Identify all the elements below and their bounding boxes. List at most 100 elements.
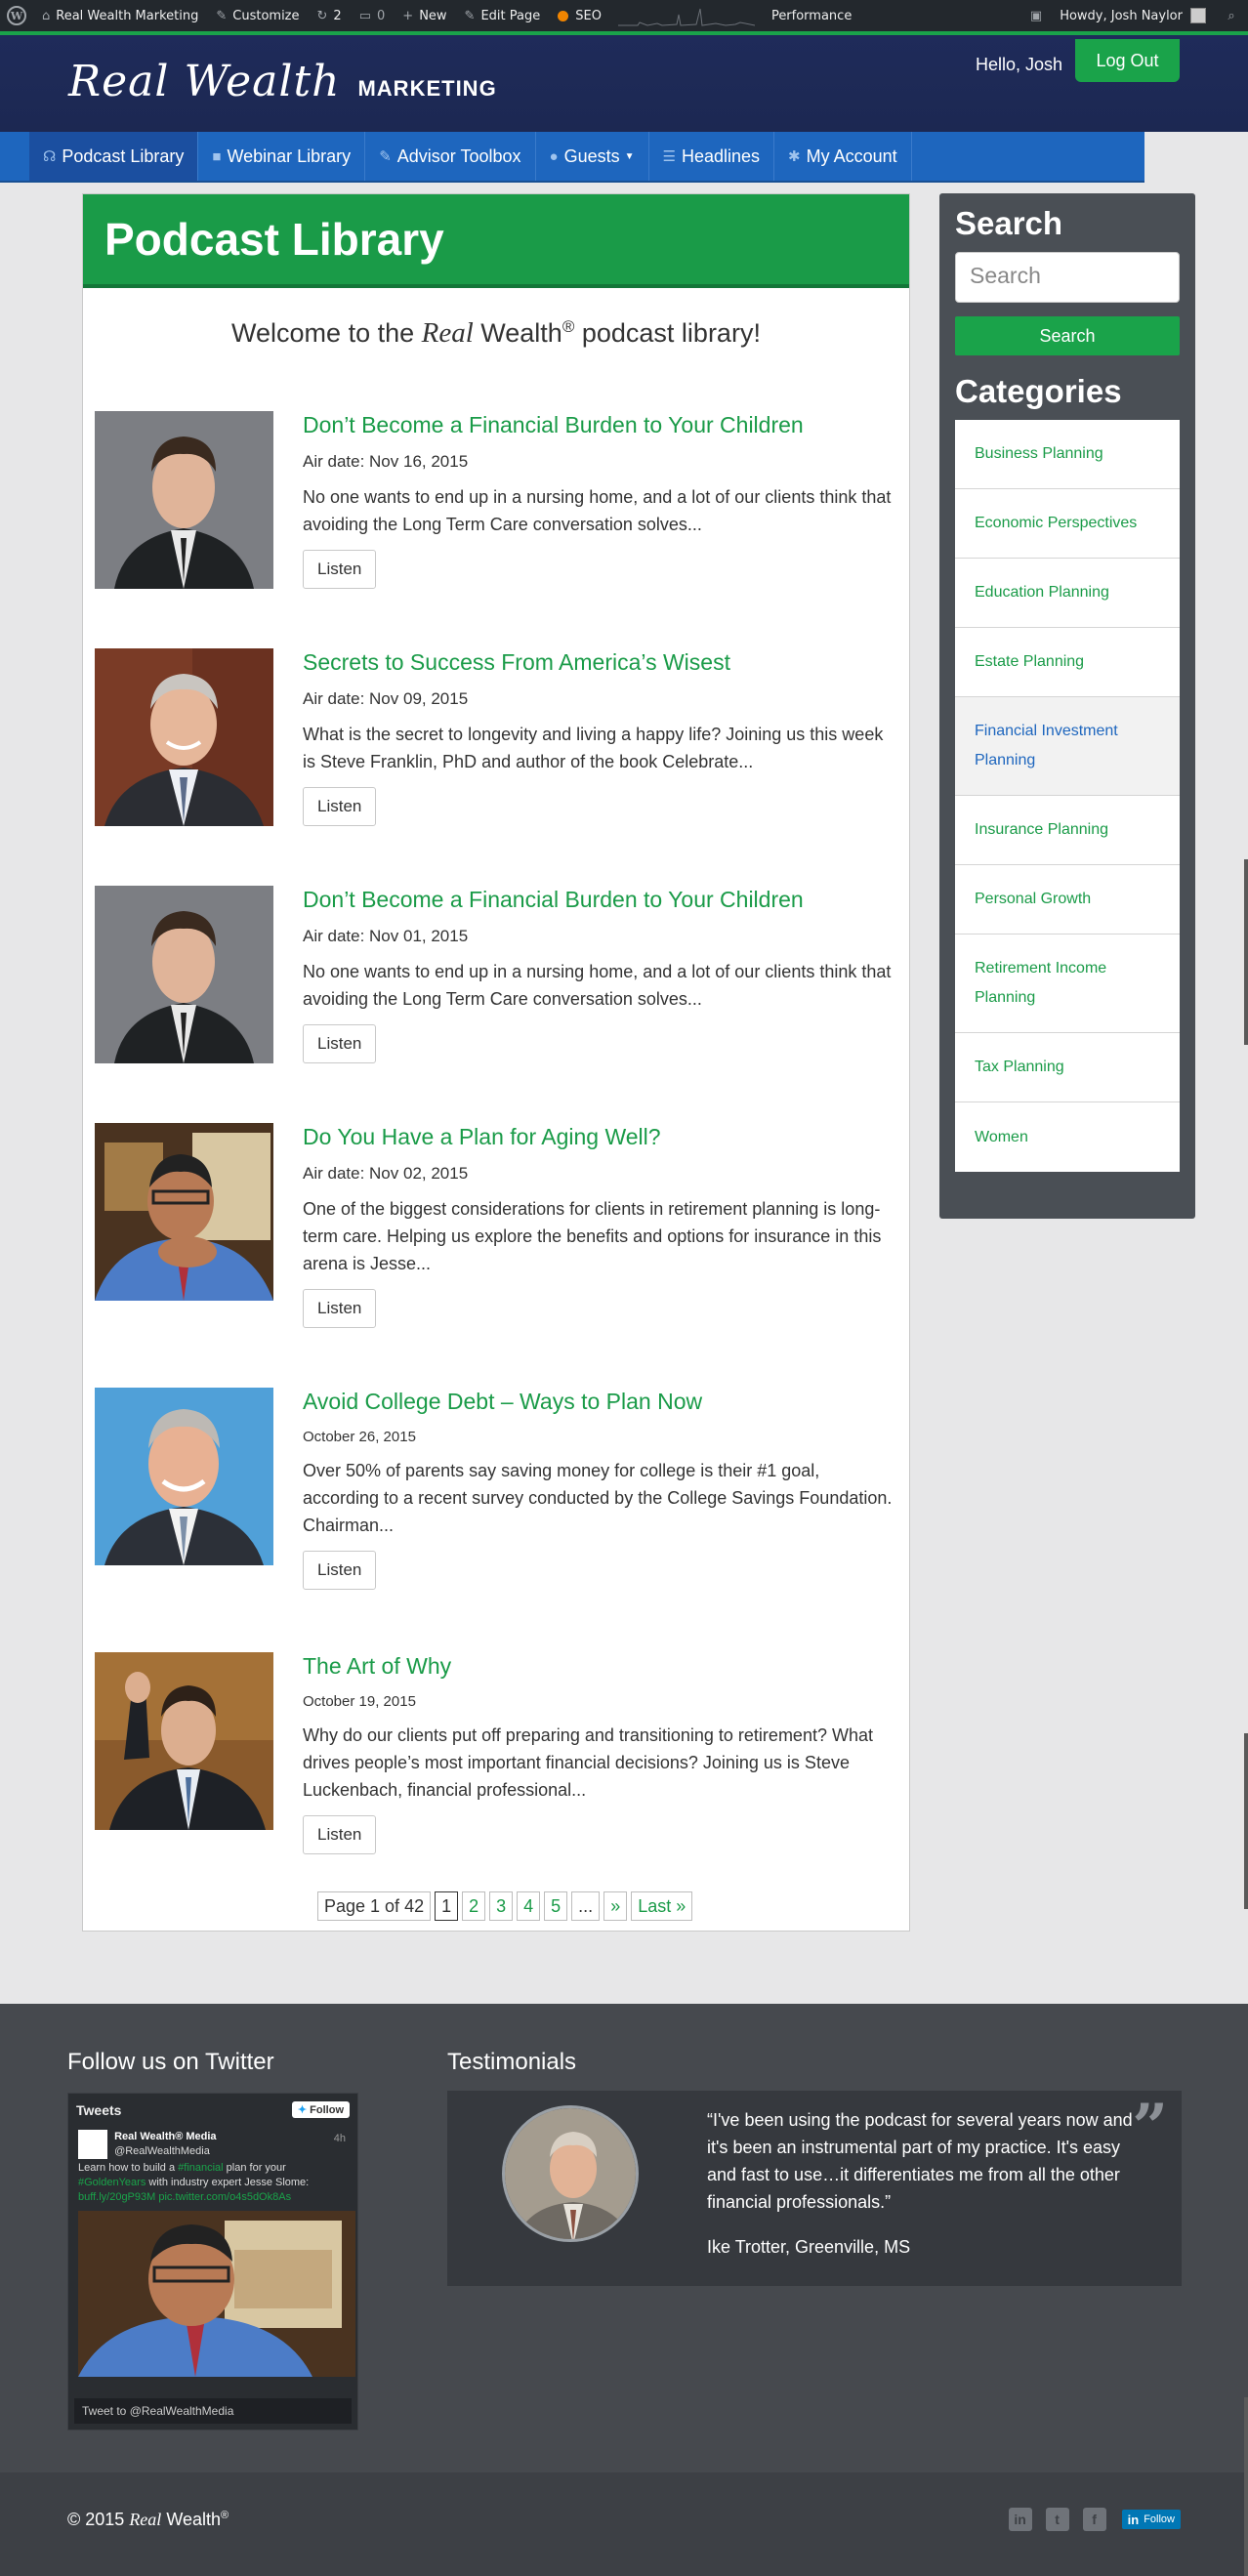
guest-photo[interactable] — [95, 411, 273, 589]
testimonials-heading: Testimonials — [447, 2049, 577, 2075]
page-title: Podcast Library — [104, 214, 444, 265]
welcome-brand: Wealth — [473, 318, 562, 348]
comments-link[interactable]: ▭ 0 — [351, 0, 395, 31]
category-link[interactable]: Estate Planning — [955, 628, 1180, 697]
customize-label: Customize — [232, 8, 300, 23]
podcast-title-link[interactable]: Avoid College Debt – Ways to Plan Now — [303, 1388, 898, 1415]
nav-label: My Account — [806, 145, 897, 166]
air-date: October 26, 2015 — [303, 1429, 416, 1445]
logout-button[interactable]: Log Out — [1075, 39, 1180, 82]
tweet-image[interactable] — [78, 2211, 355, 2377]
podcast-title-link[interactable]: Secrets to Success From America’s Wisest — [303, 648, 898, 676]
edit-page-label: Edit Page — [480, 8, 541, 23]
listen-button[interactable]: Listen — [303, 1815, 377, 1854]
new-content-link[interactable]: + New — [394, 0, 455, 31]
listen-button[interactable]: Listen — [303, 550, 377, 589]
tweet-avatar[interactable] — [78, 2130, 107, 2159]
customize-link[interactable]: ✎ Customize — [207, 0, 308, 31]
last-page-link[interactable]: Last » — [631, 1891, 693, 1921]
scrollbar-thumb[interactable] — [1244, 859, 1248, 1045]
my-account-menu[interactable]: Howdy, Josh Naylor — [1051, 0, 1215, 31]
nav-item-webinar-library[interactable]: ■ Webinar Library — [198, 132, 366, 181]
guest-photo[interactable] — [95, 1123, 273, 1301]
seo-menu[interactable]: SEO — [549, 0, 610, 31]
page-link[interactable]: 5 — [544, 1891, 568, 1921]
category-link[interactable]: Tax Planning — [955, 1033, 1180, 1102]
listen-button[interactable]: Listen — [303, 1551, 377, 1590]
category-link[interactable]: Business Planning — [955, 420, 1180, 489]
video-icon: ■ — [212, 147, 222, 165]
page-link[interactable]: 4 — [517, 1891, 541, 1921]
nav-item-headlines[interactable]: ☰ Headlines — [649, 132, 775, 181]
page-link-current: 1 — [435, 1891, 459, 1921]
guest-photo[interactable] — [95, 886, 273, 1063]
testimonial-quote: “I've been using the podcast for several… — [707, 2110, 1133, 2212]
main-navigation: ☊ Podcast Library ■ Webinar Library ✎ Advis… — [0, 132, 1144, 183]
scrollbar-thumb[interactable] — [1244, 1733, 1248, 1909]
testimonial-card: ” “I've been using the podcast for sever… — [447, 2091, 1182, 2286]
site-logo[interactable]: Real Wealth MARKETING — [68, 57, 497, 106]
next-page-link[interactable]: » — [603, 1891, 628, 1921]
admin-search-icon[interactable]: ⌕ — [1215, 0, 1248, 31]
podcast-title-link[interactable]: Don’t Become a Financial Burden to Your … — [303, 411, 898, 438]
category-link[interactable]: Women — [955, 1102, 1180, 1172]
tweet-links[interactable]: buff.ly/20gP93M pic.twitter.com/o4s5dOk8… — [78, 2191, 291, 2203]
listen-button[interactable]: Listen — [303, 1289, 377, 1328]
category-link[interactable]: Economic Perspectives — [955, 489, 1180, 559]
tweet-author-name[interactable]: Real Wealth® Media — [114, 2131, 216, 2142]
page-link[interactable]: 2 — [462, 1891, 486, 1921]
hashtag-link[interactable]: #GoldenYears — [78, 2177, 146, 2188]
edit-page-link[interactable]: ✎ Edit Page — [456, 0, 550, 31]
scrollbar-thumb[interactable] — [1244, 2397, 1248, 2576]
search-button[interactable]: Search — [955, 316, 1180, 355]
screen-options-icon[interactable]: ▣ — [1021, 0, 1051, 31]
category-link[interactable]: Retirement Income Planning — [955, 935, 1180, 1033]
nav-item-advisor-toolbox[interactable]: ✎ Advisor Toolbox — [365, 132, 536, 181]
headphones-icon: ☊ — [43, 148, 57, 165]
podcast-title-link[interactable]: The Art of Why — [303, 1652, 898, 1680]
page-link[interactable]: 3 — [489, 1891, 514, 1921]
welcome-pre: Welcome to the — [231, 318, 422, 348]
updates-link[interactable]: ↻ 2 — [309, 0, 351, 31]
categories-heading: Categories — [955, 373, 1122, 409]
podcast-title-link[interactable]: Do You Have a Plan for Aging Well? — [303, 1123, 898, 1150]
wp-admin-bar: W ⌂ Real Wealth Marketing ✎ Customize ↻ 2 ▭… — [0, 0, 1248, 31]
guest-photo[interactable] — [95, 1652, 273, 1830]
nav-item-guests[interactable]: ● Guests ▼ — [536, 132, 649, 181]
podcast-excerpt: No one wants to end up in a nursing home… — [303, 487, 892, 534]
listen-button[interactable]: Listen — [303, 1024, 377, 1063]
welcome-brand-italic: Real — [421, 317, 474, 349]
category-link[interactable]: Financial Investment Planning — [955, 697, 1180, 796]
logo-marketing-text: MARKETING — [357, 76, 497, 101]
category-link[interactable]: Education Planning — [955, 559, 1180, 628]
guest-photo[interactable] — [95, 648, 273, 826]
twitter-follow-button[interactable]: ✦ Follow — [291, 2101, 350, 2118]
nav-label: Advisor Toolbox — [396, 145, 521, 166]
greeting-text: Hello, Josh — [975, 55, 1062, 74]
twitter-timeline-widget[interactable]: Tweets ✦ Follow Real Wealth® Media @RealW… — [67, 2093, 358, 2431]
tweet-text-part: plan for your — [223, 2162, 286, 2174]
listen-button[interactable]: Listen — [303, 787, 377, 826]
tweet-to-link[interactable]: Tweet to @RealWealthMedia — [74, 2398, 352, 2424]
air-date: October 19, 2015 — [303, 1693, 416, 1710]
tweet-text-part: with industry expert Jesse Slome: — [146, 2177, 310, 2188]
air-date: Air date: Nov 02, 2015 — [303, 1164, 469, 1183]
linkedin-follow-button[interactable]: in Follow — [1121, 2510, 1181, 2529]
comments-count: 0 — [377, 8, 386, 23]
category-link[interactable]: Insurance Planning — [955, 796, 1180, 865]
category-link[interactable]: Personal Growth — [955, 865, 1180, 935]
facebook-icon[interactable]: f — [1082, 2508, 1106, 2531]
guest-photo[interactable] — [95, 1388, 273, 1565]
linkedin-icon[interactable]: in — [1008, 2508, 1032, 2531]
site-name-link[interactable]: ⌂ Real Wealth Marketing — [33, 0, 207, 31]
hashtag-link[interactable]: #financial — [178, 2162, 223, 2174]
twitter-icon[interactable]: t — [1045, 2508, 1069, 2531]
performance-link[interactable]: Performance — [763, 0, 860, 31]
nav-item-my-account[interactable]: ✱ My Account — [774, 132, 912, 181]
podcast-title-link[interactable]: Don’t Become a Financial Burden to Your … — [303, 886, 898, 913]
search-input[interactable]: Search — [955, 252, 1180, 303]
sidebar: Search Search Search Categories Business… — [939, 193, 1195, 1219]
nav-item-podcast-library[interactable]: ☊ Podcast Library — [29, 132, 199, 181]
copyright-brand: Wealth — [161, 2510, 222, 2529]
wordpress-logo-button[interactable]: W — [0, 0, 33, 31]
